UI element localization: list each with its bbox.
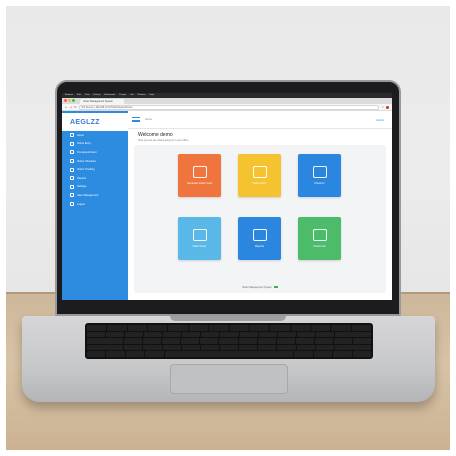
tile-label: Check-In [314, 182, 325, 185]
minimize-window-icon[interactable] [68, 99, 71, 102]
address-bar: ← → ↻ Not Secure | 192.168.10.10/Visitor… [62, 104, 392, 111]
sidebar-item-label: Visitor Entry [77, 142, 91, 146]
page-title: Welcome demo [138, 132, 173, 138]
breadcrumb[interactable]: Home [145, 118, 152, 121]
page-subtitle: Here you can see what's going on in your… [138, 139, 189, 142]
welcome-header: Welcome demo Here you can see what's goi… [128, 129, 392, 145]
building-icon [192, 229, 207, 241]
trackpad[interactable] [170, 364, 288, 394]
sidebar-item-visitor-checkout[interactable]: Visitor Checkout [62, 157, 128, 166]
tile-label: Check-Out [313, 245, 326, 248]
back-icon[interactable]: ← [65, 105, 68, 109]
sidebar-item-label: Visitor Tracking [77, 168, 95, 172]
chart-icon [252, 229, 267, 241]
gear-icon [70, 184, 74, 189]
menu-item[interactable]: View [85, 93, 90, 98]
sidebar-item-visitor-entry[interactable]: Visitor Entry [62, 140, 128, 149]
browser-tab[interactable]: Visitor Management System [80, 99, 124, 104]
tile-label: Visitor Entry [252, 182, 267, 185]
menu-item[interactable]: Browser [65, 93, 73, 98]
monitor-icon [312, 229, 327, 241]
tile-check-in[interactable]: Check-In [298, 154, 341, 197]
tile-visitor-entry[interactable]: Visitor Entry [238, 154, 281, 197]
sidebar-item-visitor-tracking[interactable]: Visitor Tracking [62, 165, 128, 174]
tile-label: Reports [254, 245, 265, 248]
tile-label: Generate Visitor Card [186, 182, 213, 185]
location-icon [70, 167, 74, 172]
sidebar-item-label: User Management [77, 193, 99, 197]
extension-icon[interactable] [386, 105, 389, 109]
tile-check-out[interactable]: Check-Out [298, 217, 341, 260]
sidebar-item-settings[interactable]: Settings [62, 183, 128, 192]
sidebar-item-reports[interactable]: Reports [62, 174, 128, 183]
tile-label: Visitor Entry [192, 245, 207, 248]
maximize-window-icon[interactable] [72, 99, 75, 102]
menu-item[interactable]: Tab [130, 93, 134, 98]
app-container: AEGLZZ Home Visitor Entry Pre-Appointmen… [62, 111, 392, 300]
dashboard-panel: Generate Visitor Card Visitor Entry Chec… [134, 145, 386, 293]
main-content: Home Admin Welcome demo Here you can see… [128, 111, 392, 300]
menu-item[interactable]: History [94, 93, 101, 98]
user-menu[interactable]: Admin [376, 118, 384, 122]
sidebar-item-logout[interactable]: Logout [62, 200, 128, 209]
menu-item[interactable]: Bookmarks [104, 93, 115, 98]
sidebar-item-home[interactable]: Home [62, 131, 128, 140]
sidebar-item-label: Home [77, 133, 84, 137]
laptop-screen: Browser Edit View History Bookmarks Peop… [62, 93, 392, 300]
menu-item[interactable]: Help [149, 93, 154, 98]
door-icon [252, 166, 267, 178]
footer-text: Visitor Management System [242, 286, 272, 289]
sidebar-item-user-management[interactable]: User Management [62, 191, 128, 200]
home-icon [70, 133, 74, 138]
window-controls [64, 99, 75, 102]
sidebar: AEGLZZ Home Visitor Entry Pre-Appointmen… [62, 111, 128, 300]
tile-reports[interactable]: Reports [238, 217, 281, 260]
laptop-hinge [170, 316, 286, 321]
calendar-icon [70, 150, 74, 155]
star-icon[interactable]: ☆ [381, 105, 384, 109]
menu-item[interactable]: Window [138, 93, 146, 98]
sidebar-item-label: Logout [77, 202, 85, 206]
menu-item[interactable]: People [119, 93, 126, 98]
users-icon [70, 193, 74, 198]
footer-note: Visitor Management System [134, 286, 386, 289]
menu-item[interactable]: Edit [77, 93, 81, 98]
reload-icon[interactable]: ↻ [74, 105, 77, 109]
card-icon [192, 166, 207, 178]
sidebar-item-label: Reports [77, 176, 87, 180]
tile-visitor-entry-2[interactable]: Visitor Entry [178, 217, 221, 260]
power-icon [70, 202, 74, 207]
sidebar-item-label: Visitor Checkout [77, 159, 96, 163]
url-input[interactable]: Not Secure | 192.168.10.10/VisitorSystem… [78, 104, 380, 110]
menu-toggle-icon[interactable] [132, 117, 140, 122]
chart-icon [70, 176, 74, 181]
keyboard [85, 323, 373, 359]
sidebar-item-label: Settings [77, 185, 87, 189]
bed-icon [312, 166, 327, 178]
status-badge [273, 286, 278, 289]
app-topbar: Home Admin [128, 111, 392, 129]
close-window-icon[interactable] [64, 99, 67, 102]
tile-generate-card[interactable]: Generate Visitor Card [178, 154, 221, 197]
brand-logo: AEGLZZ [62, 113, 128, 131]
logout-icon [70, 159, 74, 164]
user-plus-icon [70, 141, 74, 146]
forward-icon[interactable]: → [70, 105, 73, 109]
sidebar-item-label: Pre-Appointment [77, 150, 97, 154]
sidebar-item-pre-appointment[interactable]: Pre-Appointment [62, 148, 128, 157]
